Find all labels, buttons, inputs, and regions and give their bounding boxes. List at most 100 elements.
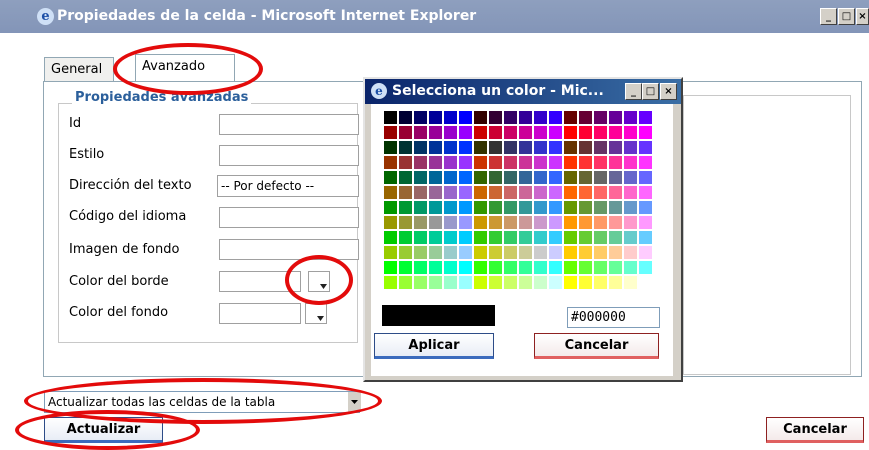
color-swatch[interactable] (518, 275, 533, 290)
color-swatch[interactable] (383, 215, 398, 230)
color-swatch[interactable] (638, 110, 653, 125)
color-swatch[interactable] (458, 200, 473, 215)
color-swatch[interactable] (458, 140, 473, 155)
color-swatch[interactable] (488, 110, 503, 125)
color-swatch[interactable] (428, 110, 443, 125)
color-swatch[interactable] (398, 245, 413, 260)
cancel-color-button[interactable]: Cancelar (534, 333, 659, 359)
color-swatch[interactable] (398, 155, 413, 170)
color-swatch[interactable] (548, 110, 563, 125)
color-swatch[interactable] (593, 275, 608, 290)
color-swatch[interactable] (443, 245, 458, 260)
color-swatch[interactable] (518, 125, 533, 140)
color-swatch[interactable] (413, 170, 428, 185)
color-swatch[interactable] (503, 170, 518, 185)
color-swatch[interactable] (488, 185, 503, 200)
color-swatch[interactable] (488, 170, 503, 185)
color-swatch[interactable] (623, 125, 638, 140)
color-swatch[interactable] (638, 140, 653, 155)
color-swatch[interactable] (488, 125, 503, 140)
color-swatch[interactable] (623, 185, 638, 200)
color-swatch[interactable] (383, 230, 398, 245)
color-swatch[interactable] (458, 215, 473, 230)
color-swatch[interactable] (638, 125, 653, 140)
color-swatch[interactable] (443, 230, 458, 245)
color-swatch[interactable] (518, 185, 533, 200)
close-icon[interactable]: × (660, 83, 677, 100)
color-swatch[interactable] (458, 110, 473, 125)
color-swatch[interactable] (488, 215, 503, 230)
color-swatch[interactable] (608, 170, 623, 185)
color-swatch[interactable] (488, 275, 503, 290)
cancel-button[interactable]: Cancelar (766, 417, 864, 443)
color-swatch[interactable] (383, 245, 398, 260)
color-swatch[interactable] (488, 245, 503, 260)
color-swatch[interactable] (398, 185, 413, 200)
color-swatch[interactable] (473, 245, 488, 260)
color-swatch[interactable] (443, 140, 458, 155)
color-swatch[interactable] (443, 260, 458, 275)
color-swatch[interactable] (428, 245, 443, 260)
color-swatch[interactable] (518, 140, 533, 155)
color-swatch[interactable] (398, 125, 413, 140)
color-swatch[interactable] (578, 170, 593, 185)
color-swatch[interactable] (578, 260, 593, 275)
color-swatch[interactable] (458, 155, 473, 170)
color-swatch[interactable] (638, 245, 653, 260)
color-swatch[interactable] (533, 170, 548, 185)
color-swatch[interactable] (443, 110, 458, 125)
color-swatch[interactable] (608, 275, 623, 290)
color-swatch[interactable] (638, 215, 653, 230)
color-swatch[interactable] (518, 170, 533, 185)
text-direction-select[interactable]: -- Por defecto -- (217, 175, 359, 197)
color-swatch[interactable] (533, 185, 548, 200)
color-swatch[interactable] (593, 215, 608, 230)
color-swatch[interactable] (443, 170, 458, 185)
color-swatch[interactable] (608, 110, 623, 125)
color-swatch[interactable] (383, 170, 398, 185)
color-swatch[interactable] (548, 155, 563, 170)
color-swatch[interactable] (503, 200, 518, 215)
color-swatch[interactable] (488, 155, 503, 170)
color-swatch[interactable] (503, 275, 518, 290)
color-swatch[interactable] (383, 155, 398, 170)
color-swatch[interactable] (503, 140, 518, 155)
color-swatch[interactable] (623, 260, 638, 275)
color-swatch[interactable] (488, 140, 503, 155)
color-swatch[interactable] (473, 275, 488, 290)
color-swatch[interactable] (413, 155, 428, 170)
color-swatch[interactable] (443, 185, 458, 200)
color-swatch[interactable] (623, 245, 638, 260)
color-swatch[interactable] (518, 260, 533, 275)
maximize-icon[interactable]: □ (838, 8, 855, 25)
color-swatch[interactable] (503, 155, 518, 170)
color-swatch[interactable] (428, 140, 443, 155)
color-swatch[interactable] (488, 260, 503, 275)
color-swatch[interactable] (608, 230, 623, 245)
color-swatch[interactable] (473, 140, 488, 155)
color-swatch[interactable] (563, 110, 578, 125)
color-swatch[interactable] (518, 155, 533, 170)
color-swatch[interactable] (458, 185, 473, 200)
color-swatch[interactable] (398, 140, 413, 155)
color-swatch[interactable] (398, 200, 413, 215)
background-image-input[interactable] (219, 239, 359, 260)
color-swatch[interactable] (413, 110, 428, 125)
color-swatch[interactable] (593, 245, 608, 260)
color-swatch[interactable] (503, 260, 518, 275)
color-swatch[interactable] (428, 275, 443, 290)
color-swatch[interactable] (398, 275, 413, 290)
color-swatch[interactable] (533, 230, 548, 245)
color-swatch[interactable] (638, 200, 653, 215)
color-swatch[interactable] (443, 200, 458, 215)
tab-general[interactable]: General (44, 57, 114, 81)
color-swatch[interactable] (383, 185, 398, 200)
color-swatch[interactable] (563, 245, 578, 260)
color-swatch[interactable] (458, 125, 473, 140)
maximize-icon[interactable]: □ (642, 83, 659, 100)
window-titlebar[interactable]: e Propiedades de la celda - Microsoft In… (0, 0, 869, 33)
color-swatch[interactable] (473, 260, 488, 275)
apply-color-button[interactable]: Aplicar (374, 333, 494, 359)
color-swatch[interactable] (473, 215, 488, 230)
color-swatch[interactable] (383, 260, 398, 275)
